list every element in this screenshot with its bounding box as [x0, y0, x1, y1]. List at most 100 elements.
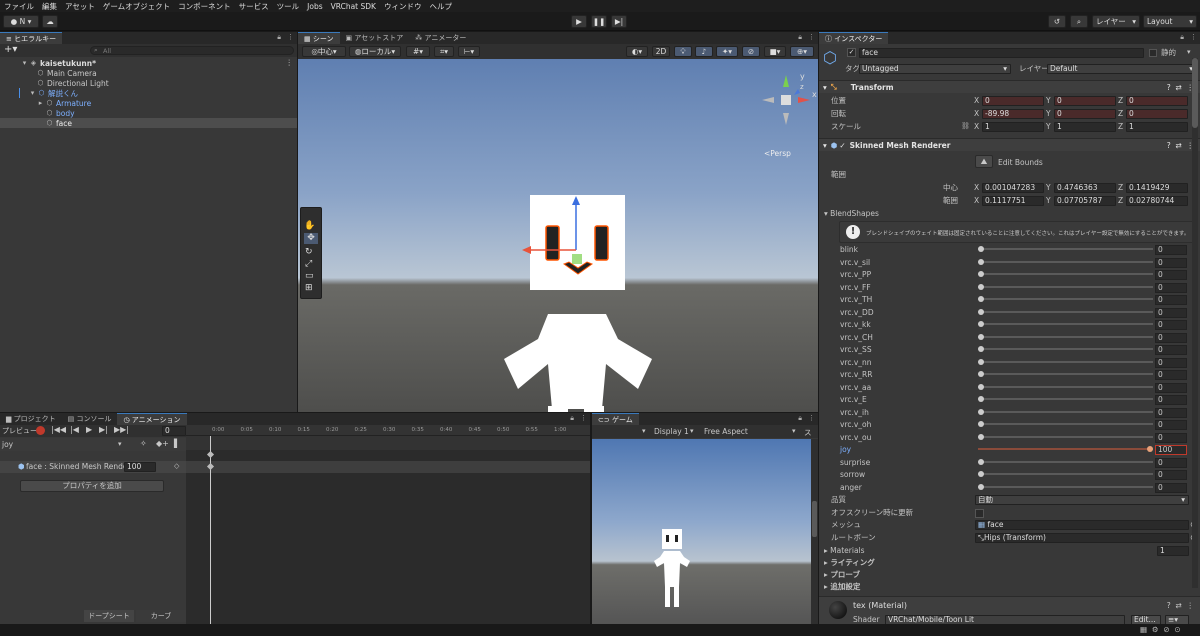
menu-dots-icon[interactable]: ⋮	[580, 414, 587, 423]
scale-tool-icon[interactable]: ⤢	[305, 259, 312, 269]
axis-label-x[interactable]: X	[974, 109, 979, 119]
chevron-down-icon[interactable]: ▾	[690, 427, 694, 435]
menu-item-8[interactable]: VRChat SDK	[331, 2, 376, 11]
lighting-toggle[interactable]: 💡︎	[674, 46, 692, 57]
blendshape-slider[interactable]	[978, 258, 1153, 265]
perspective-label[interactable]: <Persp	[764, 149, 791, 158]
scale-z-field[interactable]: 1	[1126, 122, 1188, 132]
component-menu-icons[interactable]: ? ⇄ ⋮	[1167, 141, 1194, 150]
materials-foldout[interactable]: ▸ Materials	[824, 546, 865, 556]
enabled-checkbox[interactable]: ✓	[839, 141, 845, 150]
add-property-button[interactable]: プロパティを追加	[20, 480, 164, 492]
blendshape-slider[interactable]	[978, 421, 1153, 427]
blendshape-slider[interactable]	[978, 396, 1153, 402]
account-dropdown[interactable]: ● N ▾	[3, 15, 39, 28]
blendshape-value[interactable]: 0	[1155, 332, 1187, 343]
play-button[interactable]: ▶	[571, 15, 587, 28]
blendshape-slider[interactable]	[978, 296, 1153, 302]
transform-header[interactable]: ▾ ⤡ Transform ? ⇄ ⋮	[819, 80, 1200, 93]
blendshape-value[interactable]: 100	[1155, 445, 1187, 455]
hierarchy-item-armature[interactable]: ▸ ⬡ Armature	[0, 98, 297, 108]
step-button[interactable]: ▶|	[611, 15, 627, 28]
slider-knob[interactable]	[978, 283, 984, 290]
menu-item-3[interactable]: ゲームオブジェクト	[103, 1, 170, 12]
menu-item-7[interactable]: Jobs	[307, 2, 322, 11]
add-event-icon[interactable]: ▌	[174, 439, 180, 448]
rotation-x-field[interactable]: -89.98	[982, 109, 1044, 119]
2d-toggle[interactable]: 2D	[652, 46, 670, 57]
audio-toggle[interactable]: ♪	[695, 46, 713, 57]
tab-inspector[interactable]: ⓘ インスペクター	[819, 32, 889, 44]
component-menu-icons[interactable]: ? ⇄ ⋮	[1167, 601, 1194, 610]
menu-dots-icon[interactable]: ⋮	[808, 33, 815, 42]
blendshapes-foldout[interactable]: ▾ BlendShapes	[824, 209, 879, 219]
display-dropdown[interactable]: Display 1	[654, 427, 689, 436]
scale-x-field[interactable]: 1	[982, 122, 1044, 132]
scene-viewport[interactable]: ✋ ✥ ↻ ⤢ ▭ ⊞ y x z <Persp	[298, 59, 818, 412]
blendshape-value[interactable]: 0	[1155, 357, 1187, 368]
slider-knob[interactable]	[978, 458, 984, 465]
layout-dropdown[interactable]: Layout ▾	[1143, 15, 1197, 28]
blendshape-slider[interactable]	[978, 433, 1153, 440]
axis-label-y[interactable]: Y	[1046, 122, 1051, 132]
extent-z-field[interactable]: 0.02780744	[1126, 196, 1188, 206]
ruler-button[interactable]: ⊢▾	[458, 46, 480, 57]
blendshape-value[interactable]: 0	[1155, 320, 1187, 330]
blendshape-slider[interactable]	[978, 321, 1153, 327]
hierarchy-item-kaisetsukun[interactable]: ▾ ⬡ 解説くん	[0, 88, 297, 98]
tab-console[interactable]: ▤ コンソール	[62, 413, 118, 425]
status-icons[interactable]: ▦ ⚙ ⊘ ⊙	[1140, 625, 1181, 634]
add-icon[interactable]: +▾	[4, 44, 17, 55]
blendshape-value[interactable]: 0	[1155, 395, 1187, 405]
axis-label-y[interactable]: Y	[1046, 96, 1051, 106]
axis-label-z[interactable]: Z	[1118, 196, 1123, 206]
chevron-down-icon[interactable]: ▾	[792, 427, 796, 435]
axis-label-z[interactable]: Z	[1118, 122, 1123, 132]
history-button[interactable]: ↺	[1048, 15, 1066, 28]
blendshape-value[interactable]: 0	[1155, 432, 1187, 443]
slider-knob[interactable]	[978, 421, 984, 427]
blendshape-value[interactable]: 0	[1155, 345, 1187, 355]
slider-knob[interactable]	[978, 483, 984, 490]
slider-knob[interactable]	[978, 383, 984, 390]
game-scroll-thumb[interactable]	[812, 501, 817, 537]
blendshape-value[interactable]: 0	[1155, 457, 1187, 468]
blendshape-value[interactable]: 0	[1155, 270, 1187, 280]
slider-knob[interactable]	[978, 296, 984, 302]
blendshape-slider[interactable]	[978, 371, 1153, 377]
cloud-button[interactable]: ☁	[42, 15, 58, 28]
layer-dropdown[interactable]: Default▾	[1047, 64, 1197, 74]
slider-knob[interactable]	[978, 271, 984, 277]
grid-snap-button[interactable]: #▾	[406, 46, 430, 57]
chevron-down-icon[interactable]: ▾	[1187, 48, 1191, 56]
gizmos-dropdown[interactable]: ⊕▾	[790, 46, 814, 57]
pause-button[interactable]: ❚❚	[591, 15, 607, 28]
axis-label-y[interactable]: Y	[1046, 109, 1051, 119]
inspector-scrollbar[interactable]	[1192, 58, 1198, 588]
menu-dots-icon[interactable]: ⋮	[287, 33, 294, 42]
blendshape-value[interactable]: 0	[1155, 382, 1187, 393]
blendshape-slider[interactable]	[978, 283, 1153, 290]
component-menu-icons[interactable]: ? ⇄ ⋮	[1167, 83, 1194, 92]
hand-tool-icon[interactable]: ✋	[304, 221, 315, 231]
extent-x-field[interactable]: 0.1117751	[982, 196, 1044, 206]
chevron-down-icon[interactable]: ▾	[118, 440, 122, 448]
position-x-field[interactable]: 0	[982, 96, 1044, 106]
lock-icon[interactable]: 🔒︎	[798, 414, 802, 423]
add-keyframe-icon[interactable]: ◆+	[156, 439, 169, 448]
blendshape-value[interactable]: 0	[1155, 245, 1187, 255]
tab-animator[interactable]: ⁂ アニメーター	[409, 32, 472, 44]
additional-foldout[interactable]: ▸ 追加設定	[824, 582, 860, 592]
keyframe-diamond-icon[interactable]	[206, 450, 215, 459]
slider-knob[interactable]	[978, 396, 984, 402]
game-scrollbar[interactable]	[811, 439, 818, 624]
blendshape-slider[interactable]	[978, 333, 1153, 340]
rotation-z-field[interactable]: 0	[1126, 109, 1188, 119]
blendshape-slider[interactable]	[978, 483, 1153, 490]
hierarchy-item-main-camera[interactable]: ⬡ Main Camera	[0, 68, 297, 78]
blendshape-value[interactable]: 0	[1155, 470, 1187, 480]
slider-knob[interactable]	[978, 346, 984, 352]
axis-label-x[interactable]: X	[974, 196, 979, 206]
tab-project[interactable]: ▆ プロジェクト	[0, 413, 62, 425]
menu-dots-icon[interactable]: ⋮	[286, 58, 294, 67]
